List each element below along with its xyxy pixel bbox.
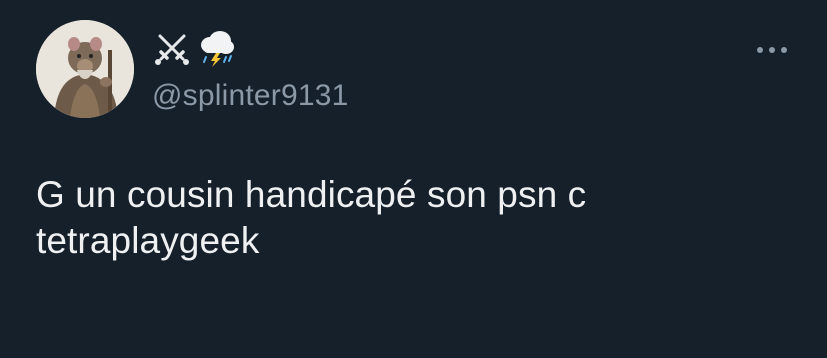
user-handle[interactable]: @splinter9131 — [152, 79, 349, 113]
tweet-text-line: G un cousin handicapé son psn c — [36, 174, 587, 215]
display-name[interactable] — [152, 26, 236, 70]
crossed-swords-icon — [152, 28, 192, 68]
more-options-button[interactable] — [750, 36, 794, 64]
tweet-text: G un cousin handicapé son psn c tetrapla… — [36, 172, 796, 264]
avatar[interactable] — [36, 20, 134, 118]
cloud-with-lightning-and-rain-icon — [196, 28, 236, 68]
more-horizontal-icon — [757, 47, 787, 53]
tweet-card: @splinter9131 G un cousin handicapé son … — [0, 0, 827, 358]
tweet-text-line: tetraplaygeek — [36, 220, 260, 261]
avatar-image — [36, 20, 134, 118]
